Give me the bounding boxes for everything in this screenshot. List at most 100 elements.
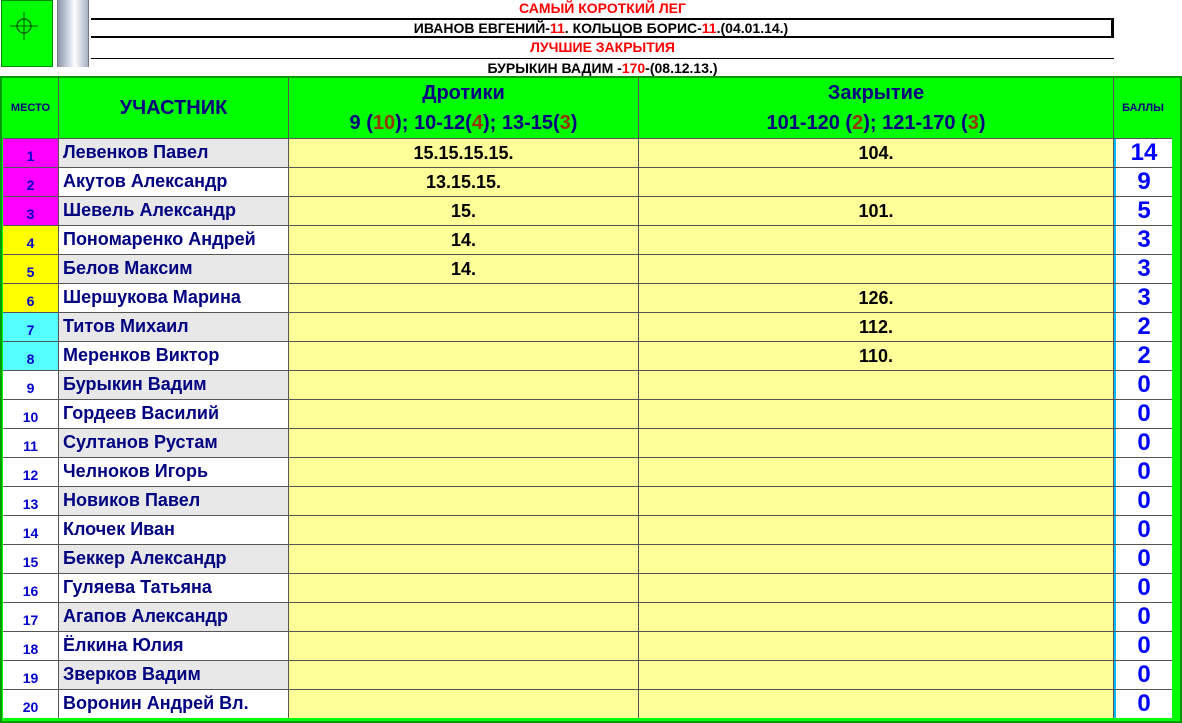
darts-cell (289, 458, 639, 486)
close-cell (639, 487, 1114, 515)
place-cell: 15 (3, 545, 59, 573)
close-cell (639, 400, 1114, 428)
corner-panel (0, 0, 91, 76)
darts-cell (289, 342, 639, 370)
points-cell: 14 (1114, 139, 1172, 167)
close-cell: 126. (639, 284, 1114, 312)
close-cell (639, 632, 1114, 660)
place-cell: 17 (3, 603, 59, 631)
close-cell (639, 226, 1114, 254)
close-cell (639, 255, 1114, 283)
place-cell: 7 (3, 313, 59, 341)
points-cell: 3 (1114, 226, 1172, 254)
close-cell (639, 458, 1114, 486)
place-cell: 18 (3, 632, 59, 660)
close-cell: 112. (639, 313, 1114, 341)
place-cell: 4 (3, 226, 59, 254)
participant-name: Бурыкин Вадим (59, 371, 289, 399)
close-cell (639, 516, 1114, 544)
table-row: 16 Гуляева Татьяна 0 (3, 573, 1172, 602)
darts-cell (289, 400, 639, 428)
points-cell: 0 (1114, 545, 1172, 573)
place-cell: 16 (3, 574, 59, 602)
table-row: 13 Новиков Павел 0 (3, 486, 1172, 515)
table-row: 5 Белов Максим 14. 3 (3, 254, 1172, 283)
table-row: 18 Ёлкина Юлия 0 (3, 631, 1172, 660)
table-row: 10 Гордеев Василий 0 (3, 399, 1172, 428)
table-row: 3 Шевель Александр 15. 101. 5 (3, 196, 1172, 225)
points-cell: 0 (1114, 371, 1172, 399)
decorative-pillar (57, 0, 89, 67)
place-cell: 13 (3, 487, 59, 515)
table-row: 8 Меренков Виктор 110. 2 (3, 341, 1172, 370)
close-cell (639, 371, 1114, 399)
darts-cell (289, 603, 639, 631)
close-cell (639, 690, 1114, 718)
points-cell: 3 (1114, 284, 1172, 312)
table-row: 2 Акутов Александр 13.15.15. 9 (3, 167, 1172, 196)
participant-name: Акутов Александр (59, 168, 289, 196)
darts-cell (289, 487, 639, 515)
participant-name: Пономаренко Андрей (59, 226, 289, 254)
place-cell: 3 (3, 197, 59, 225)
place-cell: 19 (3, 661, 59, 689)
close-cell (639, 429, 1114, 457)
points-cell: 3 (1114, 255, 1172, 283)
points-cell: 0 (1114, 458, 1172, 486)
short-leg-record: ИВАНОВ ЕВГЕНИЙ-11. КОЛЬЦОВ БОРИС-11.(04.… (91, 18, 1114, 38)
points-cell: 0 (1114, 487, 1172, 515)
points-cell: 0 (1114, 690, 1172, 718)
points-cell: 9 (1114, 168, 1172, 196)
close-legend: 101-120 (2); 121-170 (3) (766, 112, 986, 134)
darts-cell: 13.15.15. (289, 168, 639, 196)
place-cell: 5 (3, 255, 59, 283)
table-row: 19 Зверков Вадим 0 (3, 660, 1172, 689)
place-cell: 12 (3, 458, 59, 486)
points-cell: 0 (1114, 429, 1172, 457)
column-header-points: БАЛЛЫ (1122, 102, 1164, 114)
darts-cell (289, 632, 639, 660)
column-header-place: МЕСТО (3, 78, 59, 138)
place-cell: 2 (3, 168, 59, 196)
darts-cell: 14. (289, 255, 639, 283)
participant-name: Титов Михаил (59, 313, 289, 341)
points-cell: 5 (1114, 197, 1172, 225)
darts-cell: 14. (289, 226, 639, 254)
close-cell (639, 168, 1114, 196)
participant-name: Гордеев Василий (59, 400, 289, 428)
table-row: 9 Бурыкин Вадим 0 (3, 370, 1172, 399)
darts-cell (289, 574, 639, 602)
table-row: 1 Левенков Павел 15.15.15.15. 104. 14 (3, 138, 1172, 167)
close-cell: 110. (639, 342, 1114, 370)
participant-name: Агапов Александр (59, 603, 289, 631)
participant-name: Султанов Рустам (59, 429, 289, 457)
participant-name: Новиков Павел (59, 487, 289, 515)
darts-title: Дротики (422, 82, 505, 104)
crosshair-icon (10, 12, 38, 40)
points-cell: 0 (1114, 661, 1172, 689)
participant-name: Зверков Вадим (59, 661, 289, 689)
points-cell: 0 (1114, 400, 1172, 428)
participant-name: Клочек Иван (59, 516, 289, 544)
close-cell: 101. (639, 197, 1114, 225)
participant-name: Меренков Виктор (59, 342, 289, 370)
table-row: 7 Титов Михаил 112. 2 (3, 312, 1172, 341)
place-cell: 8 (3, 342, 59, 370)
participant-name: Ёлкина Юлия (59, 632, 289, 660)
participant-name: Шевель Александр (59, 197, 289, 225)
table-row: 6 Шершукова Марина 126. 3 (3, 283, 1172, 312)
darts-cell (289, 284, 639, 312)
table-row: 11 Султанов Рустам 0 (3, 428, 1172, 457)
darts-cell (289, 545, 639, 573)
place-cell: 20 (3, 690, 59, 718)
darts-cell (289, 661, 639, 689)
place-cell: 9 (3, 371, 59, 399)
points-cell: 2 (1114, 313, 1172, 341)
table-row: 12 Челноков Игорь 0 (3, 457, 1172, 486)
table-row: 15 Беккер Александр 0 (3, 544, 1172, 573)
darts-cell (289, 313, 639, 341)
points-cell: 0 (1114, 574, 1172, 602)
best-close-title: ЛУЧШИЕ ЗАКРЫТИЯ (530, 39, 675, 55)
close-cell: 104. (639, 139, 1114, 167)
place-cell: 14 (3, 516, 59, 544)
